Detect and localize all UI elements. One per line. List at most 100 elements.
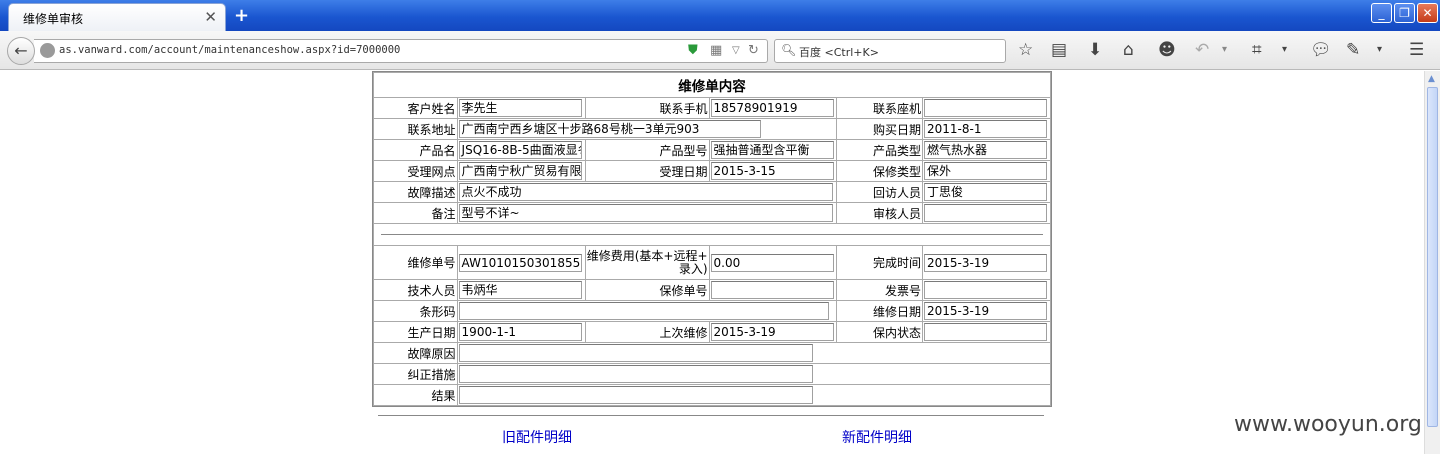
repair-date-label: 维修日期: [836, 300, 923, 322]
contact-address-label: 联系地址: [373, 118, 458, 140]
undo-icon[interactable]: ↶: [1195, 40, 1209, 60]
navigation-toolbar: as.vanward.com/account/maintenanceshow.a…: [0, 31, 1440, 70]
watermark: www.wooyun.org: [1234, 412, 1422, 437]
remark-field[interactable]: 型号不详~: [458, 204, 833, 222]
result-field[interactable]: [458, 386, 813, 404]
technician-label: 技术人员: [373, 279, 458, 301]
download-icon[interactable]: ⬇: [1088, 40, 1102, 60]
scroll-up-arrow-icon[interactable]: ▲: [1428, 74, 1435, 84]
fault-desc-field[interactable]: 点火不成功: [458, 183, 833, 201]
close-window-button[interactable]: ✕: [1417, 3, 1438, 23]
technician-field[interactable]: 韦炳华: [458, 281, 582, 299]
section-separator: [373, 223, 1051, 246]
result-label: 结果: [373, 384, 458, 406]
warranty-type-label: 保修类型: [836, 160, 923, 182]
extension-dropdown-icon[interactable]: ▾: [1377, 40, 1382, 60]
tab-close-icon[interactable]: ✕: [204, 8, 217, 26]
repair-date-field[interactable]: 2015-3-19: [923, 302, 1047, 320]
home-icon[interactable]: ⌂: [1123, 40, 1134, 60]
repair-fee-label-line2: 录入): [678, 261, 708, 276]
vertical-scrollbar[interactable]: ▲: [1424, 71, 1440, 454]
form-title: 维修单内容: [373, 72, 1051, 98]
remark-label: 备注: [373, 202, 458, 224]
finish-time-label: 完成时间: [836, 245, 923, 280]
visit-person-label: 回访人员: [836, 181, 923, 203]
globe-icon: [40, 43, 55, 58]
last-repair-label: 上次维修: [584, 321, 710, 343]
browser-tab[interactable]: 维修单审核 ✕: [8, 3, 226, 31]
product-model-field[interactable]: 强抽普通型含平衡: [710, 141, 834, 159]
warranty-status-field[interactable]: [923, 323, 1047, 341]
contact-phone-field[interactable]: [923, 99, 1047, 117]
production-date-field[interactable]: 1900-1-1: [458, 323, 582, 341]
reload-icon[interactable]: ↻: [748, 43, 759, 58]
extension-icon[interactable]: ✎: [1346, 40, 1360, 60]
fault-cause-field[interactable]: [458, 344, 813, 362]
production-date-label: 生产日期: [373, 321, 458, 343]
new-tab-button[interactable]: +: [234, 5, 249, 26]
repair-fee-label-line1: 维修费用(基本+远程+: [586, 248, 708, 263]
contact-mobile-label: 联系手机: [584, 97, 710, 119]
service-point-label: 受理网点: [373, 160, 458, 182]
search-icon: 🔍︎: [781, 43, 797, 57]
finish-time-field[interactable]: 2015-3-19: [923, 253, 1047, 272]
contact-address-field[interactable]: 广西南宁西乡塘区十步路68号桃一3单元903: [458, 120, 761, 138]
search-placeholder: 百度 <Ctrl+K>: [799, 46, 879, 59]
old-parts-link[interactable]: 旧配件明细: [502, 427, 572, 447]
product-name-label: 产品名: [373, 139, 458, 161]
purchase-date-field[interactable]: 2011-8-1: [923, 120, 1047, 138]
customer-name-label: 客户姓名: [373, 97, 458, 119]
contact-phone-label: 联系座机: [836, 97, 923, 119]
order-no-field[interactable]: AW1010150301855: [458, 253, 582, 272]
barcode-field[interactable]: [458, 302, 829, 320]
url-bar[interactable]: as.vanward.com/account/maintenanceshow.a…: [34, 39, 768, 63]
search-bar[interactable]: 🔍︎ 百度 <Ctrl+K>: [774, 39, 1006, 63]
qr-code-icon[interactable]: ▦: [710, 43, 722, 58]
corrective-action-label: 纠正措施: [373, 363, 458, 385]
warranty-no-label: 保修单号: [584, 279, 710, 301]
fault-desc-label: 故障描述: [373, 181, 458, 203]
chat-icon[interactable]: 💬︎: [1310, 40, 1332, 60]
window-title-bar: 维修单审核 ✕ + _ ❐ ✕: [0, 0, 1440, 31]
tab-title: 维修单审核: [23, 12, 84, 26]
warranty-no-field[interactable]: [710, 281, 834, 299]
scrollbar-thumb[interactable]: [1427, 87, 1438, 427]
new-parts-link[interactable]: 新配件明细: [842, 427, 912, 447]
service-point-field[interactable]: 广西南宁秋广贸易有限: [458, 162, 582, 180]
dropdown-arrow-icon[interactable]: ▽: [732, 45, 740, 56]
shield-icon[interactable]: ⛊: [688, 43, 698, 58]
order-no-label: 维修单号: [373, 245, 458, 280]
warranty-status-label: 保内状态: [836, 321, 923, 343]
crop-dropdown-icon[interactable]: ▾: [1282, 40, 1287, 60]
bookmarks-list-icon[interactable]: ▤: [1051, 40, 1067, 60]
accept-date-field[interactable]: 2015-3-15: [710, 162, 834, 180]
repair-fee-field[interactable]: 0.00: [710, 253, 834, 272]
minimize-button[interactable]: _: [1371, 3, 1392, 23]
invoice-no-label: 发票号: [836, 279, 923, 301]
crop-icon[interactable]: ⌗: [1252, 40, 1262, 60]
product-model-label: 产品型号: [584, 139, 710, 161]
customer-name-field[interactable]: 李先生: [458, 99, 582, 117]
contact-mobile-field[interactable]: 18578901919: [710, 99, 834, 117]
accept-date-label: 受理日期: [584, 160, 710, 182]
repair-fee-label: 维修费用(基本+远程+ 录入): [584, 245, 710, 280]
undo-dropdown-icon[interactable]: ▾: [1222, 40, 1227, 60]
page-viewport: 维修单内容 客户姓名 李先生 联系手机 18578901919 联系座机 联系地…: [0, 71, 1424, 454]
maintenance-form: 维修单内容 客户姓名 李先生 联系手机 18578901919 联系座机 联系地…: [372, 71, 1052, 407]
back-button[interactable]: ←: [7, 37, 35, 65]
visit-person-field[interactable]: 丁思俊: [923, 183, 1047, 201]
corrective-action-field[interactable]: [458, 365, 813, 383]
product-name-field[interactable]: JSQ16-8B-5曲面液显冬: [458, 141, 582, 159]
invoice-no-field[interactable]: [923, 281, 1047, 299]
smiley-icon[interactable]: ☻: [1158, 40, 1176, 60]
restore-button[interactable]: ❐: [1394, 3, 1415, 23]
bookmark-star-icon[interactable]: ☆: [1018, 40, 1033, 60]
url-text[interactable]: as.vanward.com/account/maintenanceshow.a…: [59, 44, 400, 56]
menu-icon[interactable]: ☰: [1409, 40, 1424, 60]
last-repair-field[interactable]: 2015-3-19: [710, 323, 834, 341]
auditor-label: 审核人员: [836, 202, 923, 224]
warranty-type-field[interactable]: 保外: [923, 162, 1047, 180]
product-type-field[interactable]: 燃气热水器: [923, 141, 1047, 159]
auditor-field[interactable]: [923, 204, 1047, 222]
purchase-date-label: 购买日期: [836, 118, 923, 140]
